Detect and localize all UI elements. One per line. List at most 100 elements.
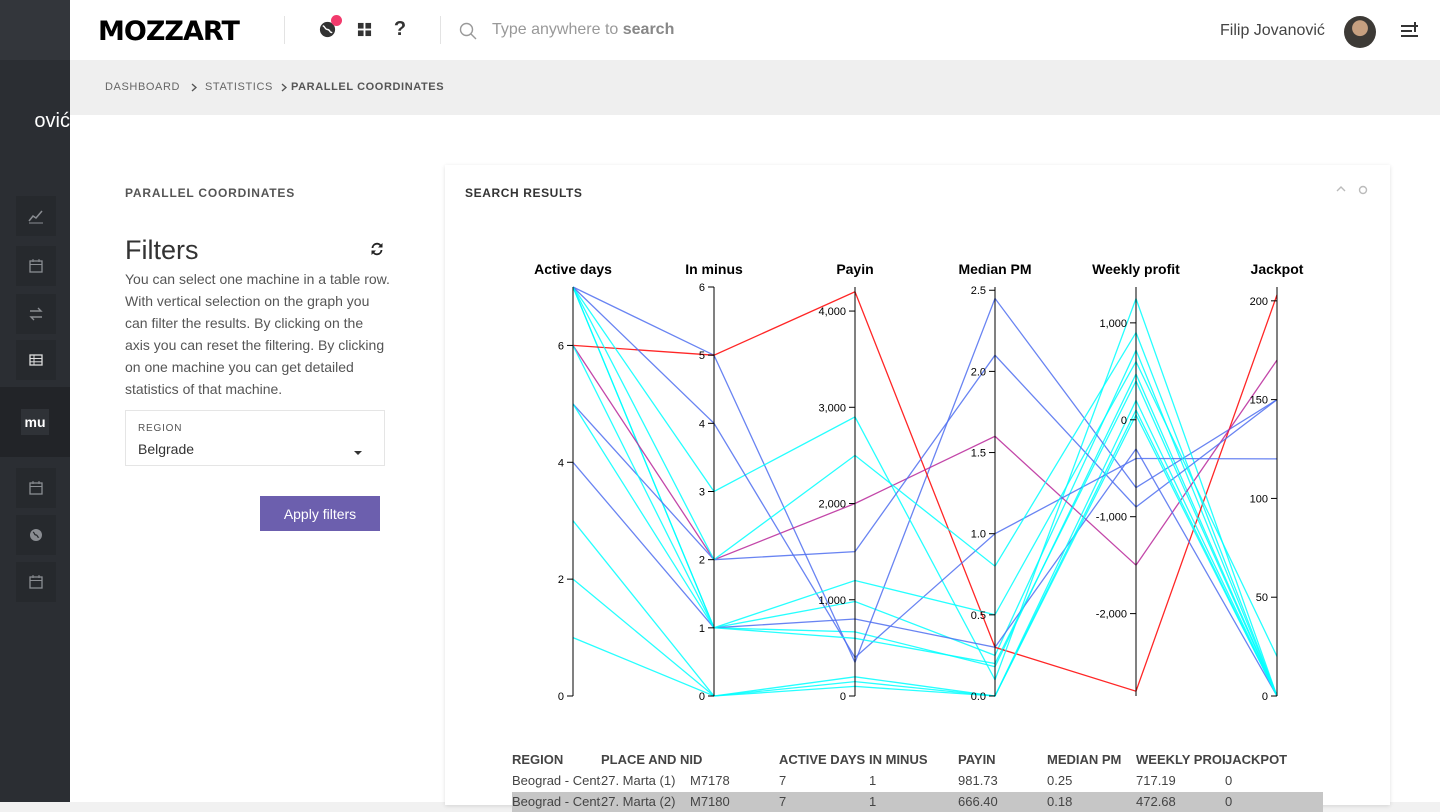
tick-label: 150: [1250, 395, 1268, 407]
tick-label: 200: [1250, 296, 1268, 308]
tick-label: 50: [1256, 592, 1268, 604]
table-cell[interactable]: M7178: [690, 773, 770, 788]
table-cell[interactable]: 981.73: [958, 773, 1047, 788]
globe-icon: [30, 529, 42, 541]
region-value: Belgrade: [138, 441, 195, 457]
table-cell[interactable]: 0: [1225, 773, 1305, 788]
search-placeholder: Type anywhere to: [492, 21, 623, 38]
table-cell[interactable]: 27. Marta (1): [601, 773, 690, 788]
column-header[interactable]: REGION: [512, 752, 601, 767]
grid-icon: [357, 22, 371, 36]
axis-title: Active days: [534, 261, 612, 277]
sidebar-item-globe[interactable]: [16, 515, 56, 555]
help-button[interactable]: ?: [389, 18, 411, 40]
sidebar: ović mu: [0, 0, 70, 802]
axis-title: Median PM: [958, 261, 1031, 277]
chart-line-icon: [28, 210, 43, 224]
tick-label: 3: [699, 487, 705, 499]
refresh-icon[interactable]: [370, 242, 384, 256]
tick-label: 1,000: [1099, 318, 1127, 330]
tick-label: 100: [1250, 493, 1268, 505]
breadcrumb-statistics[interactable]: STATISTICS: [205, 81, 273, 93]
axis-title: Payin: [836, 261, 873, 277]
chevron-right-icon: [191, 83, 197, 92]
add-list-icon[interactable]: [1400, 21, 1420, 39]
sidebar-item-calendar-2[interactable]: [16, 468, 56, 508]
tick-label: 2: [558, 574, 564, 586]
chevron-right-icon: [281, 83, 287, 92]
table-cell[interactable]: 7: [779, 773, 868, 788]
search-placeholder-bold: search: [622, 21, 675, 38]
axis-title: Weekly profit: [1092, 261, 1180, 277]
tick-label: 0: [840, 691, 846, 703]
tick-label: 1: [699, 623, 705, 635]
axis: Weekly profit -2,000 -1,000 0 1,000: [1092, 261, 1180, 696]
tick-label: 2: [699, 555, 705, 567]
filters-title: Filters: [125, 235, 199, 265]
data-line: [572, 354, 1278, 561]
top-bar: MOZZART ? Type anywhere to search Filip …: [70, 0, 1440, 60]
column-header[interactable]: MEDIAN PM: [1047, 752, 1136, 767]
tick-label: -2,000: [1096, 609, 1127, 621]
workspace-badge[interactable]: mu: [21, 409, 49, 435]
notification-dot: [331, 15, 342, 26]
column-header[interactable]: PAYIN: [958, 752, 1047, 767]
search-input[interactable]: Type anywhere to search: [492, 21, 674, 39]
calendar-icon: [29, 481, 43, 495]
transfer-icon: [29, 307, 43, 321]
tick-label: 0.5: [971, 610, 986, 622]
tick-label: 0: [558, 691, 564, 703]
axis: In minus 0 1 2 3 4 5 6: [685, 261, 743, 703]
table-cell[interactable]: 0.25: [1047, 773, 1136, 788]
tick-label: 2.5: [971, 285, 986, 297]
tick-label: 1,000: [818, 595, 846, 607]
parallel-coordinates-chart[interactable]: Active days 0 2 4 6 In minus 0 1 2 3 4 5 6 Payin 0 1,00…: [445, 165, 1390, 725]
apps-button[interactable]: [353, 18, 375, 40]
breadcrumb: DASHBOARD STATISTICS PARALLEL COORDINATE…: [70, 60, 1440, 115]
tick-label: 3,000: [818, 402, 846, 414]
sidebar-item-table[interactable]: [16, 340, 56, 380]
table-cell[interactable]: 1: [869, 773, 958, 788]
tick-label: 2.0: [971, 366, 986, 378]
data-line: [572, 286, 1278, 659]
tick-label: 4: [699, 418, 705, 430]
filters-description: You can select one machine in a table ro…: [125, 271, 390, 397]
user-name[interactable]: Filip Jovanović: [1220, 22, 1325, 40]
sidebar-item-transfers[interactable]: [16, 294, 56, 334]
tick-label: 4,000: [818, 306, 846, 318]
app-logo[interactable]: MOZZART: [98, 16, 240, 47]
column-header[interactable]: PLACE AND NID: [601, 752, 779, 767]
calendar-icon: [29, 575, 43, 589]
tick-label: 0: [699, 691, 705, 703]
calendar-icon: [29, 259, 43, 273]
region-label: REGION: [138, 423, 183, 434]
axis-title: In minus: [685, 261, 743, 277]
tick-label: 4: [558, 457, 564, 469]
table-cell[interactable]: 717.19: [1136, 773, 1225, 788]
tick-label: 1.0: [971, 529, 986, 541]
column-header[interactable]: JACKPOT: [1225, 752, 1305, 767]
sidebar-header: [0, 0, 70, 60]
tick-label: 0: [1262, 691, 1268, 703]
tick-label: 6: [699, 282, 705, 294]
sidebar-user-name: ović: [34, 110, 70, 132]
table-cell[interactable]: Beograd - Centar: [512, 773, 601, 788]
sidebar-item-calendar-3[interactable]: [16, 562, 56, 602]
tick-label: -1,000: [1096, 512, 1127, 524]
notifications-button[interactable]: [316, 15, 342, 40]
search-results-card: SEARCH RESULTS Active days 0 2 4 6 In minus 0 1…: [445, 165, 1390, 812]
apply-filters-button[interactable]: Apply filters: [260, 496, 380, 531]
sidebar-item-statistics[interactable]: [16, 196, 56, 236]
region-select[interactable]: REGION Belgrade: [125, 410, 385, 466]
column-header[interactable]: IN MINUS: [869, 752, 958, 767]
tick-label: 6: [558, 340, 564, 352]
avatar[interactable]: [1344, 16, 1376, 48]
column-header[interactable]: WEEKLY PROFIT: [1136, 752, 1225, 767]
sidebar-item-calendar[interactable]: [16, 246, 56, 286]
axis-title: Jackpot: [1251, 261, 1304, 277]
tick-label: 5: [699, 350, 705, 362]
data-line: [572, 345, 1278, 657]
caret-down-icon: [354, 451, 362, 455]
breadcrumb-dashboard[interactable]: DASHBOARD: [105, 81, 180, 93]
column-header[interactable]: ACTIVE DAYS: [779, 752, 869, 767]
